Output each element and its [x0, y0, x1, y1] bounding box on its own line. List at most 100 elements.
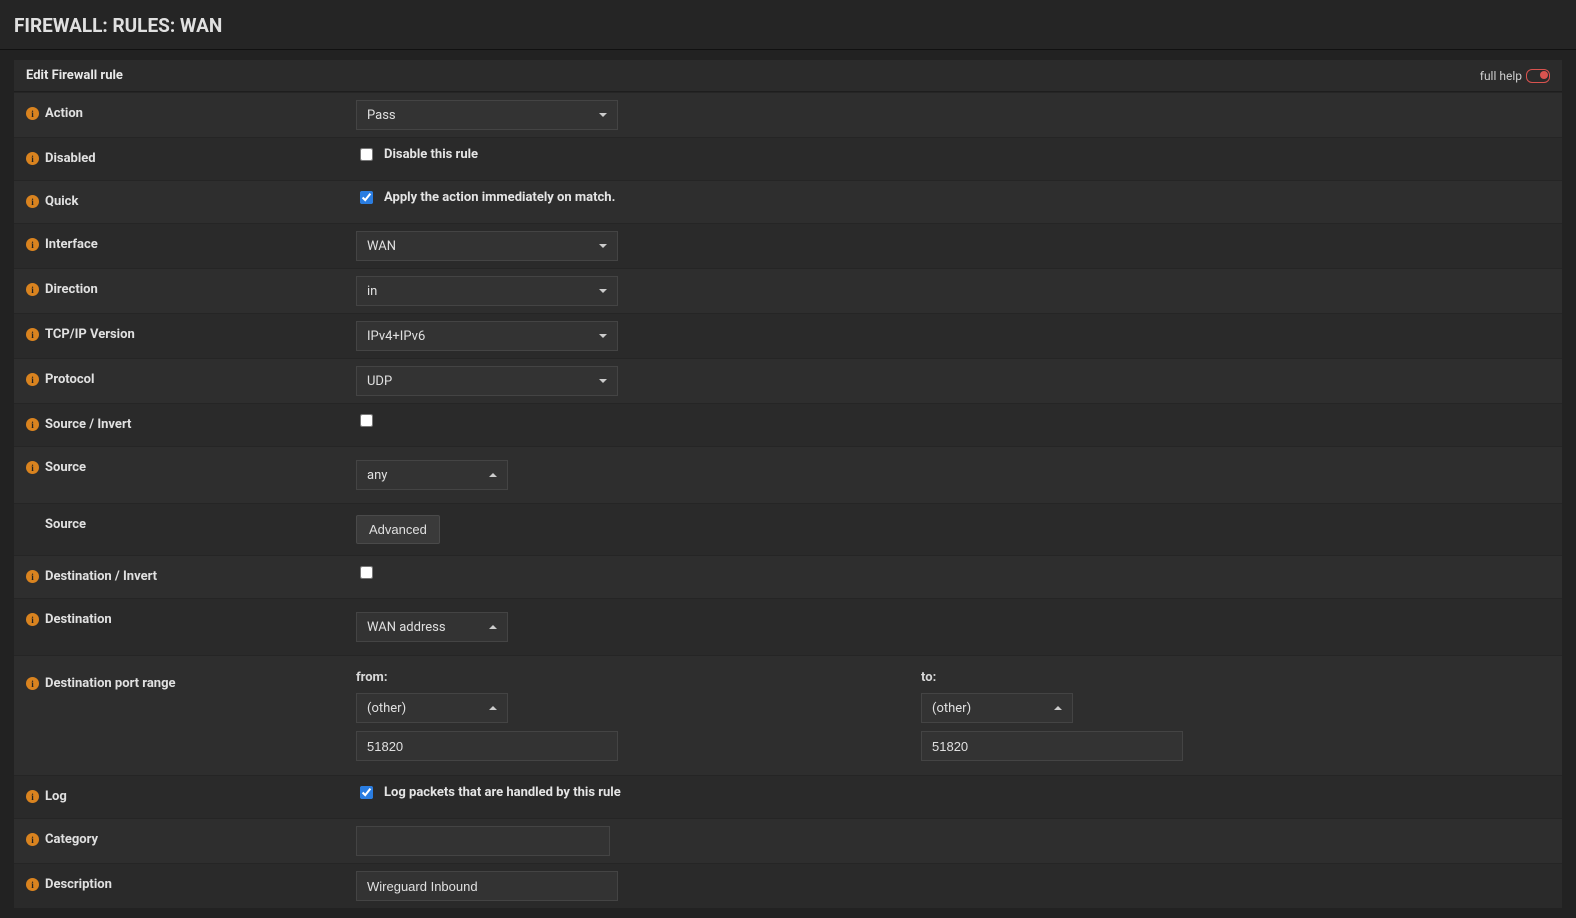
label-destination: i Destination — [26, 606, 356, 627]
chevron-up-icon — [489, 706, 497, 710]
destination-select[interactable]: WAN address — [356, 612, 508, 642]
info-icon[interactable]: i — [26, 677, 39, 690]
label-action: i Action — [26, 100, 356, 121]
row-destination: i Destination WAN address — [14, 598, 1562, 655]
row-description: i Description — [14, 863, 1562, 908]
toggle-icon — [1526, 69, 1550, 83]
select-value: in — [367, 284, 377, 299]
row-source: i Source any — [14, 446, 1562, 503]
info-icon[interactable]: i — [26, 613, 39, 626]
info-icon[interactable]: i — [26, 833, 39, 846]
row-interface: i Interface WAN — [14, 223, 1562, 268]
chevron-down-icon — [599, 289, 607, 293]
full-help-label: full help — [1480, 69, 1522, 83]
label-tcpip: i TCP/IP Version — [26, 321, 356, 342]
page-title: FIREWALL: RULES: WAN — [0, 0, 1576, 50]
label-category: i Category — [26, 826, 356, 847]
info-icon[interactable]: i — [26, 283, 39, 296]
label-dest-port-range: i Destination port range — [26, 670, 356, 691]
label-text: Description — [45, 877, 112, 892]
label-interface: i Interface — [26, 231, 356, 252]
select-value: UDP — [367, 374, 392, 389]
select-value: (other) — [932, 701, 971, 716]
label-text: Direction — [45, 282, 98, 297]
to-label: to: — [921, 670, 1183, 685]
row-protocol: i Protocol UDP — [14, 358, 1562, 403]
log-checkbox[interactable] — [360, 786, 373, 799]
disabled-checkbox[interactable] — [360, 148, 373, 161]
label-text: Source / Invert — [45, 417, 131, 432]
info-icon[interactable]: i — [26, 790, 39, 803]
disabled-chk-label: Disable this rule — [384, 147, 478, 162]
label-source: i Source — [26, 454, 356, 475]
row-direction: i Direction in — [14, 268, 1562, 313]
info-icon[interactable]: i — [26, 238, 39, 251]
source-invert-checkbox[interactable] — [360, 414, 373, 427]
row-dest-invert: i Destination / Invert — [14, 555, 1562, 598]
quick-chk-label: Apply the action immediately on match. — [384, 190, 615, 205]
info-icon[interactable]: i — [26, 107, 39, 120]
label-direction: i Direction — [26, 276, 356, 297]
row-category: i Category — [14, 818, 1562, 863]
label-text: Interface — [45, 237, 98, 252]
source-advanced-button[interactable]: Advanced — [356, 515, 440, 544]
info-icon[interactable]: i — [26, 878, 39, 891]
info-icon[interactable]: i — [26, 418, 39, 431]
label-text: Source — [45, 460, 86, 475]
chevron-down-icon — [599, 244, 607, 248]
label-disabled: i Disabled — [26, 145, 356, 166]
edit-rule-panel: Edit Firewall rule full help i Action Pa… — [14, 60, 1562, 908]
interface-select[interactable]: WAN — [356, 231, 618, 261]
dest-port-from-select[interactable]: (other) — [356, 693, 508, 723]
chevron-down-icon — [599, 334, 607, 338]
label-text: Protocol — [45, 372, 94, 387]
info-icon[interactable]: i — [26, 195, 39, 208]
description-input[interactable] — [356, 871, 618, 901]
info-icon[interactable]: i — [26, 373, 39, 386]
direction-select[interactable]: in — [356, 276, 618, 306]
select-value: IPv4+IPv6 — [367, 329, 425, 344]
action-select[interactable]: Pass — [356, 100, 618, 130]
from-label: from: — [356, 670, 921, 685]
label-text: Destination port range — [45, 676, 176, 691]
panel-title: Edit Firewall rule — [26, 68, 123, 83]
row-log: i Log Log packets that are handled by th… — [14, 775, 1562, 818]
dest-port-to-select[interactable]: (other) — [921, 693, 1073, 723]
chevron-down-icon — [599, 379, 607, 383]
label-text: Action — [45, 106, 83, 121]
category-select[interactable] — [356, 826, 610, 856]
label-text: Quick — [45, 194, 78, 209]
label-source-invert: i Source / Invert — [26, 411, 356, 432]
quick-checkbox[interactable] — [360, 191, 373, 204]
label-text: Destination — [45, 612, 112, 627]
row-action: i Action Pass — [14, 92, 1562, 137]
info-icon[interactable]: i — [26, 152, 39, 165]
select-value: WAN address — [367, 620, 446, 635]
label-log: i Log — [26, 783, 356, 804]
label-text: Disabled — [45, 151, 96, 166]
row-disabled: i Disabled Disable this rule — [14, 137, 1562, 180]
info-icon[interactable]: i — [26, 328, 39, 341]
row-source-adv: Source Advanced — [14, 503, 1562, 555]
panel-header: Edit Firewall rule full help — [14, 60, 1562, 92]
label-text: TCP/IP Version — [45, 327, 135, 342]
full-help-toggle[interactable]: full help — [1480, 69, 1550, 83]
label-text: Destination / Invert — [45, 569, 157, 584]
source-select[interactable]: any — [356, 460, 508, 490]
info-icon[interactable]: i — [26, 461, 39, 474]
label-quick: i Quick — [26, 188, 356, 209]
label-source-adv: Source — [26, 511, 356, 532]
label-dest-invert: i Destination / Invert — [26, 563, 356, 584]
row-dest-port-range: i Destination port range from: (other) t… — [14, 655, 1562, 775]
dest-port-to-input[interactable] — [921, 731, 1183, 761]
protocol-select[interactable]: UDP — [356, 366, 618, 396]
dest-port-from-input[interactable] — [356, 731, 618, 761]
label-text: Log — [45, 789, 67, 804]
row-quick: i Quick Apply the action immediately on … — [14, 180, 1562, 223]
select-value: (other) — [367, 701, 406, 716]
info-icon[interactable]: i — [26, 570, 39, 583]
label-text: Source — [45, 517, 86, 532]
tcpip-select[interactable]: IPv4+IPv6 — [356, 321, 618, 351]
dest-invert-checkbox[interactable] — [360, 566, 373, 579]
label-text: Category — [45, 832, 98, 847]
